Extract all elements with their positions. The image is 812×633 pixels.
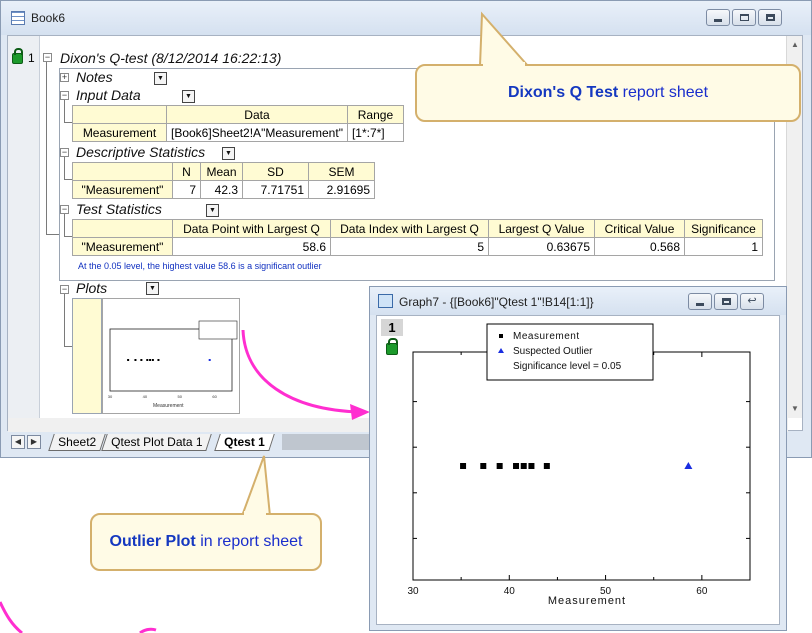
x-axis-label: Measurement — [548, 595, 626, 607]
measurement-point — [496, 463, 503, 469]
measurement-point — [543, 463, 550, 469]
graph-page: 1 30 40 50 60 Measurement Suspected Outlier S… — [376, 315, 780, 625]
minimize-icon — [696, 302, 704, 306]
graph-restore-button[interactable]: ↩ — [740, 293, 764, 310]
graph7-window-controls: ↩ — [688, 293, 764, 310]
measurement-point — [460, 463, 467, 469]
graph-window-icon — [378, 294, 393, 308]
arrow-head — [350, 404, 370, 420]
graph7-title: Graph7 - {[Book6]"Qtest 1"!B14[1:1]} — [399, 295, 594, 309]
graph-maximize-button[interactable] — [714, 293, 738, 310]
arrow-thumbnail-to-graph — [241, 329, 361, 414]
x-tick-label: 30 — [407, 586, 419, 597]
measurement-point — [513, 463, 520, 469]
arrow-fragment — [139, 627, 157, 633]
graph7-window: Graph7 - {[Book6]"Qtest 1"!B14[1:1]} ↩ 1… — [369, 286, 787, 631]
maximize-icon — [721, 298, 731, 305]
measurement-point — [528, 463, 535, 469]
return-icon: ↩ — [747, 295, 757, 307]
arrow-fragment — [0, 601, 23, 633]
outlier-point — [684, 462, 693, 469]
x-tick-label: 40 — [504, 586, 516, 597]
measurement-point — [520, 463, 527, 469]
graph7-titlebar[interactable]: Graph7 - {[Book6]"Qtest 1"!B14[1:1]} ↩ — [370, 287, 786, 315]
legend-measurement-label: Measurement — [513, 331, 580, 342]
outlier-scatter-chart: 30 40 50 60 MeasurementSuspected OutlierSig… — [407, 323, 751, 607]
x-tick-label: 60 — [696, 586, 708, 597]
legend-outlier-label: Suspected Outlier — [513, 346, 593, 357]
measurement-point — [480, 463, 487, 469]
legend-significance-note: Significance level = 0.05 — [513, 361, 622, 372]
graph-minimize-button[interactable] — [688, 293, 712, 310]
legend-measurement-marker — [499, 334, 503, 338]
